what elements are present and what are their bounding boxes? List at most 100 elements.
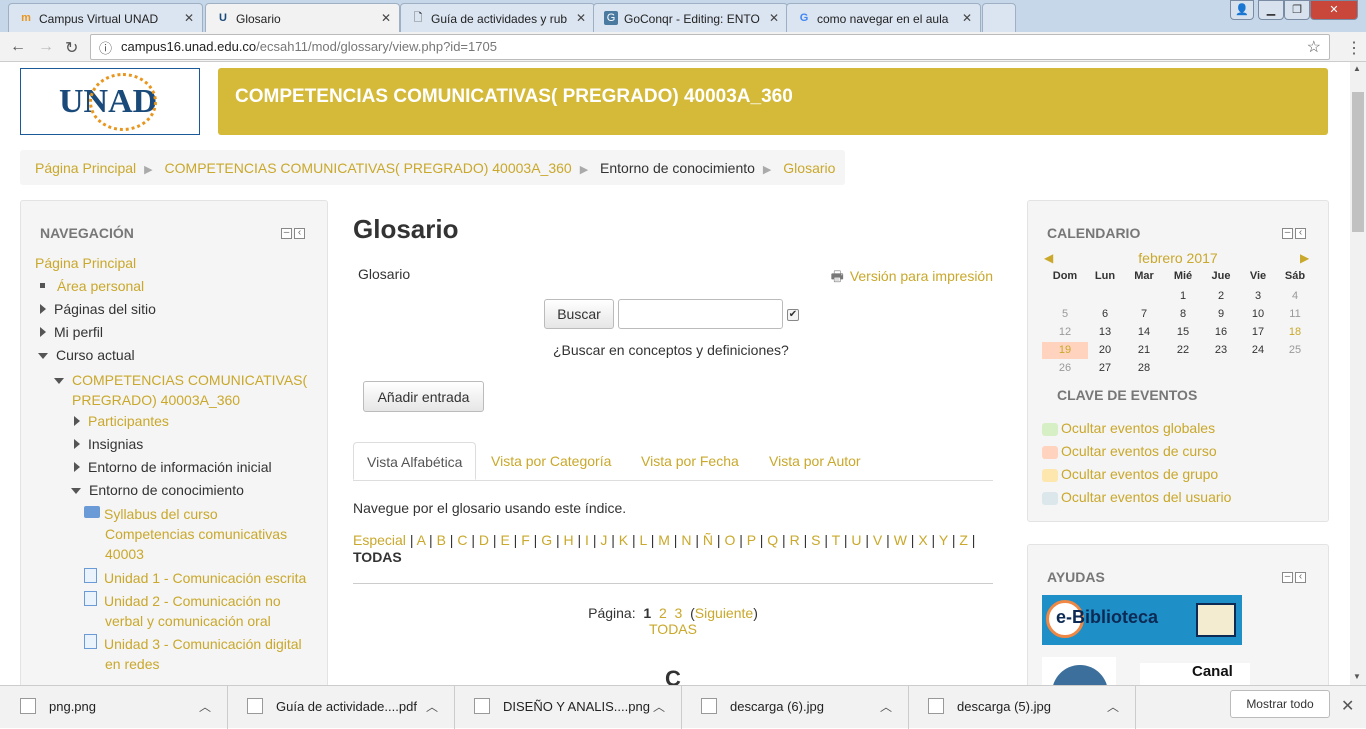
nav-badges[interactable]: Insignias	[74, 436, 143, 452]
page-2[interactable]: 2	[659, 605, 667, 621]
nav-participants[interactable]: Participantes	[74, 413, 169, 429]
tab-alphabetical[interactable]: Vista Alfabética	[353, 442, 477, 480]
letter-p[interactable]: P	[747, 532, 756, 548]
close-downloads-icon[interactable]: ✕	[1341, 696, 1354, 716]
page-scrollbar[interactable]: ▲ ▼	[1350, 62, 1366, 685]
address-bar[interactable]: ⓘ campus16.unad.edu.co/ecsah11/mod/gloss…	[90, 34, 1330, 60]
tab-goconqr[interactable]: G GoConqr - Editing: ENTO ✕	[593, 3, 788, 32]
canal-banner[interactable]: Canal	[1140, 663, 1250, 685]
chevron-up-icon[interactable]: ︿	[426, 698, 438, 715]
letter-f[interactable]: F	[521, 532, 530, 548]
calendar-day[interactable]: 28	[1121, 360, 1167, 377]
restore-button[interactable]: ❐	[1284, 0, 1310, 20]
letter-b[interactable]: B	[437, 532, 446, 548]
letter-d[interactable]: D	[479, 532, 489, 548]
nav-syllabus[interactable]: Syllabus del curso Competencias comunicat…	[84, 504, 287, 564]
search-button[interactable]: Buscar	[544, 299, 614, 329]
letter-w[interactable]: W	[894, 532, 907, 548]
help-image-1[interactable]	[1042, 657, 1116, 685]
letter-c[interactable]: C	[457, 532, 467, 548]
chevron-up-icon[interactable]: ︿	[653, 698, 665, 715]
chevron-up-icon[interactable]: ︿	[1107, 698, 1119, 715]
print-version-link[interactable]: 🖶 Versión para impresión	[831, 266, 993, 290]
forward-icon[interactable]: →	[38, 38, 54, 56]
download-item[interactable]: Guía de actividade....pdf ︿	[227, 686, 455, 729]
letter-m[interactable]: M	[658, 532, 670, 548]
block-controls[interactable]: – ‹	[1282, 571, 1308, 583]
tab-category[interactable]: Vista por Categoría	[478, 442, 624, 480]
close-tab-icon[interactable]: ✕	[576, 11, 586, 25]
search-definitions-checkbox[interactable]: ✔	[787, 309, 799, 321]
chevron-up-icon[interactable]: ︿	[880, 698, 892, 715]
tab-google[interactable]: Gcomo navegar en el aula ✕	[786, 3, 981, 32]
reload-icon[interactable]: ↻	[65, 38, 78, 58]
nav-profile[interactable]: Mi perfil	[40, 324, 103, 340]
download-item[interactable]: png.png ︿	[0, 686, 228, 729]
letter-u[interactable]: U	[851, 532, 861, 548]
letter-o[interactable]: O	[724, 532, 735, 548]
letter-all[interactable]: TODAS	[353, 549, 402, 565]
add-entry-button[interactable]: Añadir entrada	[363, 381, 484, 412]
letter-k[interactable]: K	[619, 532, 628, 548]
close-tab-icon[interactable]: ✕	[962, 11, 972, 25]
download-item[interactable]: descarga (5).jpg ︿	[908, 686, 1136, 729]
event-toggle[interactable]: Ocultar eventos globales	[1042, 420, 1215, 436]
nav-knowledge-env[interactable]: Entorno de conocimiento	[71, 482, 244, 498]
calendar-day[interactable]: 4	[1272, 288, 1318, 305]
nav-site-pages[interactable]: Páginas del sitio	[40, 301, 156, 317]
letter-e[interactable]: E	[500, 532, 509, 548]
letter-special[interactable]: Especial	[353, 532, 406, 548]
tab-guia[interactable]: 🗋 Guía de actividades y rub ✕	[400, 3, 595, 32]
letter-n[interactable]: N	[681, 532, 691, 548]
calendar-day[interactable]: 18	[1272, 324, 1318, 341]
tab-author[interactable]: Vista por Autor	[756, 442, 874, 480]
letter-h[interactable]: H	[564, 532, 574, 548]
letter-a[interactable]: A	[417, 532, 426, 548]
search-input[interactable]	[618, 299, 783, 329]
letter-l[interactable]: L	[640, 532, 647, 548]
chevron-up-icon[interactable]: ︿	[199, 698, 211, 715]
download-item[interactable]: DISEÑO Y ANALIS....png ︿	[454, 686, 682, 729]
tab-date[interactable]: Vista por Fecha	[628, 442, 752, 480]
next-month-icon[interactable]: ▶	[1300, 251, 1309, 265]
show-all-downloads-button[interactable]: Mostrar todo	[1230, 690, 1330, 718]
nav-initial-env[interactable]: Entorno de información inicial	[74, 459, 272, 475]
letter-x[interactable]: X	[918, 532, 927, 548]
letter-y[interactable]: Y	[939, 532, 948, 548]
user-icon[interactable]: 👤	[1230, 0, 1254, 20]
ebiblioteca-banner[interactable]: e-Biblioteca	[1042, 595, 1242, 645]
tab-campus-virtual[interactable]: m Campus Virtual UNAD ✕	[8, 3, 203, 32]
nav-unit-3[interactable]: Unidad 3 - Comunicación digital en redes	[84, 634, 302, 674]
download-item[interactable]: descarga (6).jpg ︿	[681, 686, 909, 729]
next-page-link[interactable]: Siguiente	[695, 605, 753, 621]
unad-logo[interactable]: UNAD	[20, 68, 200, 135]
close-tab-icon[interactable]: ✕	[769, 11, 779, 25]
nav-unit-1[interactable]: Unidad 1 - Comunicación escrita	[84, 568, 306, 588]
nav-unit-2[interactable]: Unidad 2 - Comunicación no verbal y comun…	[84, 591, 281, 631]
page-3[interactable]: 3	[675, 605, 683, 621]
minimize-button[interactable]: ▁	[1258, 0, 1284, 20]
breadcrumb-home[interactable]: Página Principal	[35, 160, 136, 176]
event-toggle[interactable]: Ocultar eventos de curso	[1042, 443, 1217, 459]
nav-personal[interactable]: Área personal	[40, 278, 144, 294]
calendar-day[interactable]: 25	[1272, 342, 1318, 359]
letter-z[interactable]: Z	[959, 532, 968, 548]
tab-glosario[interactable]: U Glosario ✕	[205, 3, 400, 32]
letter-q[interactable]: Q	[767, 532, 778, 548]
close-window-button[interactable]: ✕	[1310, 0, 1358, 20]
nav-course[interactable]: COMPETENCIAS COMUNICATIVAS(PREGRADO) 400…	[54, 370, 307, 410]
event-toggle[interactable]: Ocultar eventos del usuario	[1042, 489, 1231, 505]
close-tab-icon[interactable]: ✕	[381, 11, 391, 25]
letter-r[interactable]: R	[790, 532, 800, 548]
letter-v[interactable]: V	[873, 532, 882, 548]
menu-icon[interactable]: ⋮	[1346, 38, 1362, 58]
new-tab-button[interactable]	[982, 3, 1016, 32]
calendar-day[interactable]: 11	[1272, 306, 1318, 323]
back-icon[interactable]: ←	[10, 38, 26, 56]
block-controls[interactable]: – ‹	[1282, 227, 1308, 239]
close-tab-icon[interactable]: ✕	[184, 11, 194, 25]
letter-g[interactable]: G	[541, 532, 552, 548]
letter-t[interactable]: T	[832, 532, 840, 548]
nav-home[interactable]: Página Principal	[35, 255, 136, 271]
bookmark-star-icon[interactable]: ☆	[1307, 37, 1321, 57]
